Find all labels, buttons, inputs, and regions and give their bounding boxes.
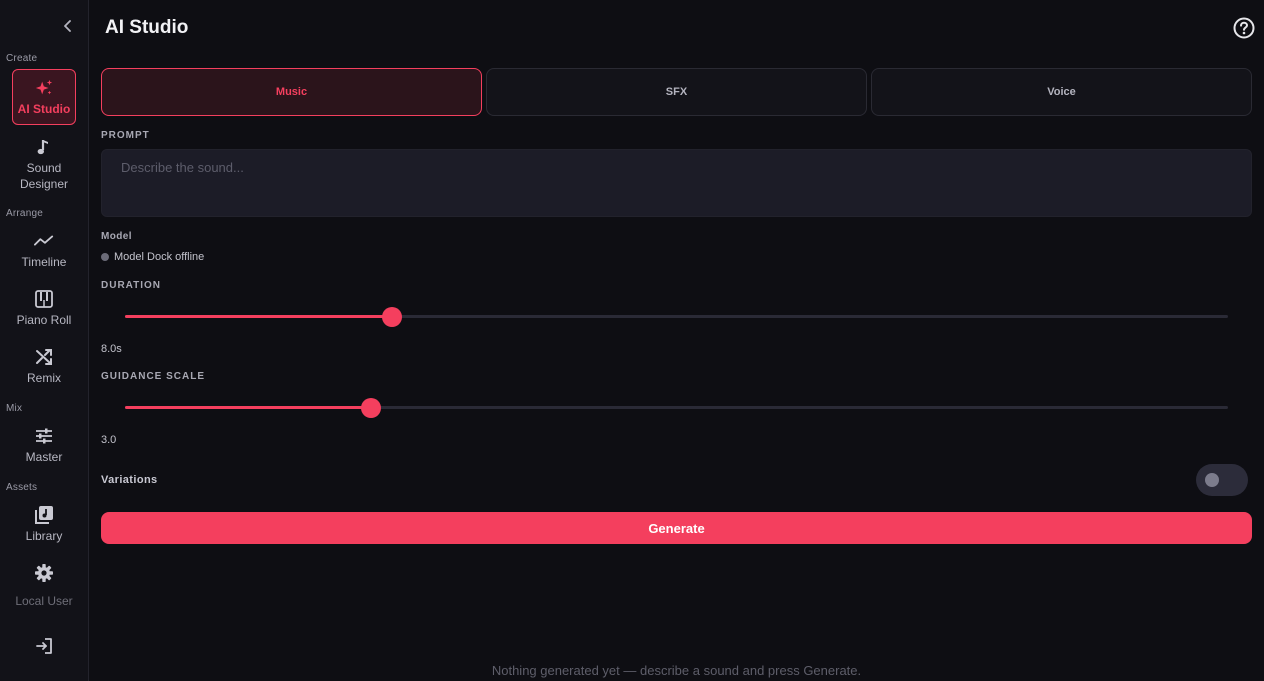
sign-in-icon [34, 636, 54, 656]
section-label-arrange: Arrange [6, 208, 43, 219]
model-status: Model Dock offline [101, 251, 204, 263]
library-icon [34, 505, 54, 525]
variations-label: Variations [101, 474, 158, 486]
sidebar-item-remix[interactable]: Remix [12, 347, 76, 386]
generate-button[interactable]: Generate [101, 512, 1252, 544]
page-title: AI Studio [105, 17, 189, 38]
sidebar-item-label: Piano Roll [16, 313, 72, 327]
slider-fill [125, 406, 371, 409]
prompt-label: PROMPT [101, 130, 150, 141]
trend-line-icon [34, 231, 54, 251]
sidebar-item-label: Library [25, 529, 63, 543]
sidebar-item-label: Timeline [21, 255, 67, 269]
piano-icon [34, 289, 54, 309]
model-status-text: Model Dock offline [114, 251, 205, 263]
toggle-knob [1205, 473, 1219, 487]
guidance-scale-label: GUIDANCE SCALE [101, 371, 206, 382]
status-dot-icon [101, 253, 109, 261]
guidance-scale-slider[interactable] [125, 397, 1228, 419]
chevron-left-icon [64, 20, 71, 32]
sidebar-item-master[interactable]: Master [12, 426, 76, 465]
shuffle-icon [34, 347, 54, 367]
help-button[interactable] [1233, 17, 1255, 39]
sidebar-item-label: Remix [26, 371, 61, 385]
tab-music[interactable]: Music [101, 68, 482, 116]
sidebar-item-label: AI Studio [17, 101, 71, 116]
sidebar-item-label: Sound Designer [19, 161, 69, 191]
sign-in-button[interactable] [12, 636, 76, 656]
sidebar-item-piano-roll[interactable]: Piano Roll [12, 289, 76, 328]
gear-icon [34, 563, 54, 583]
duration-label: DURATION [101, 280, 162, 291]
section-label-mix: Mix [6, 403, 23, 414]
sliders-icon [34, 426, 54, 446]
slider-thumb[interactable] [381, 307, 402, 327]
collapse-sidebar-button[interactable] [58, 16, 78, 36]
prompt-input[interactable] [101, 149, 1252, 217]
slider-fill [125, 315, 392, 318]
sidebar-item-sound-designer[interactable]: Sound Designer [12, 137, 76, 192]
sidebar-item-ai-studio[interactable]: AI Studio [12, 69, 76, 125]
question-circle-icon [1233, 17, 1255, 39]
sidebar-item-label: Local User [15, 594, 73, 608]
music-note-icon [34, 137, 54, 157]
variations-toggle[interactable] [1196, 464, 1248, 496]
model-label: Model [101, 231, 132, 242]
sidebar-item-local-user[interactable]: Local User [12, 563, 76, 609]
slider-thumb[interactable] [360, 398, 381, 418]
duration-value: 8.0s [101, 343, 122, 355]
sidebar: Create AI Studio Sound Designer Arrange … [0, 0, 89, 681]
duration-slider[interactable] [125, 306, 1228, 328]
tab-sfx[interactable]: SFX [486, 68, 867, 116]
app-root: Create AI Studio Sound Designer Arrange … [0, 0, 1264, 681]
tab-voice[interactable]: Voice [871, 68, 1252, 116]
sidebar-item-library[interactable]: Library [12, 505, 76, 544]
sparkles-icon [34, 78, 54, 98]
section-label-assets: Assets [6, 482, 38, 493]
empty-state-message: Nothing generated yet — describe a sound… [491, 663, 862, 678]
sidebar-item-label: Master [25, 450, 63, 464]
sidebar-item-timeline[interactable]: Timeline [12, 231, 76, 270]
main-panel: AI Studio Music SFX Voice PROMPT Model M… [89, 0, 1264, 681]
section-label-create: Create [6, 53, 38, 64]
guidance-scale-value: 3.0 [101, 434, 117, 446]
mode-tabs: Music SFX Voice [101, 68, 1252, 116]
